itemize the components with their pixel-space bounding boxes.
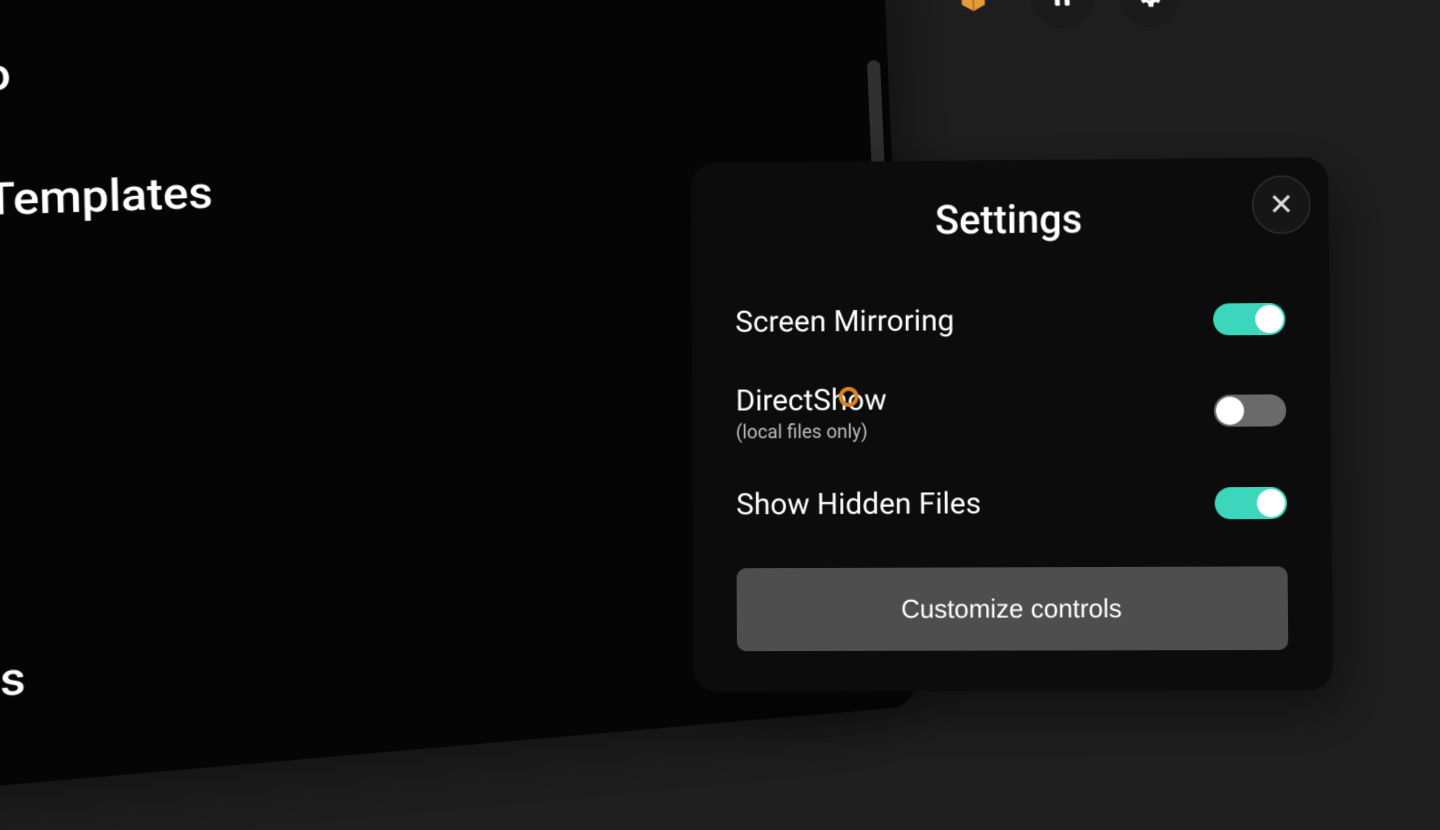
list-item[interactable]: ey: [0, 413, 220, 488]
file-list: o Demo Office Templates er ey kHub nalyt…: [0, 44, 226, 719]
pause-button[interactable]: [1029, 0, 1095, 29]
toggle-screen-mirroring[interactable]: [1213, 302, 1286, 335]
panel-title: Settings: [735, 194, 1285, 246]
pause-icon: [1047, 0, 1078, 12]
setting-label: DirectShow: [736, 383, 887, 419]
toggle-knob: [1257, 488, 1285, 516]
list-item[interactable]: er: [0, 289, 217, 359]
settings-panel: ✕ Settings Screen Mirroring DirectShow (…: [691, 157, 1333, 691]
toggle-knob: [1255, 304, 1283, 332]
list-item[interactable]: nalytics: [0, 636, 226, 719]
toggle-knob: [1216, 397, 1244, 425]
toggle-hidden-files[interactable]: [1215, 486, 1288, 519]
list-item[interactable]: Office Templates: [0, 166, 213, 231]
customize-controls-button[interactable]: Customize controls: [737, 566, 1289, 651]
setting-label: Screen Mirroring: [735, 303, 954, 339]
setting-row-hidden-files: Show Hidden Files: [736, 463, 1287, 545]
settings-button[interactable]: [1117, 0, 1182, 28]
gear-icon: [1134, 0, 1164, 11]
setting-sublabel: (local files only): [736, 420, 887, 444]
list-item[interactable]: kHub: [0, 511, 223, 589]
setting-label: Show Hidden Files: [736, 486, 981, 522]
setting-row-directshow: DirectShow (local files only): [736, 358, 1287, 465]
toggle-directshow[interactable]: [1214, 394, 1287, 427]
list-item[interactable]: o Demo: [0, 44, 210, 104]
box-icon: [957, 0, 988, 14]
setting-row-screen-mirroring: Screen Mirroring: [735, 279, 1286, 362]
toolbar: [940, 0, 1182, 31]
package-button[interactable]: [940, 0, 1007, 31]
